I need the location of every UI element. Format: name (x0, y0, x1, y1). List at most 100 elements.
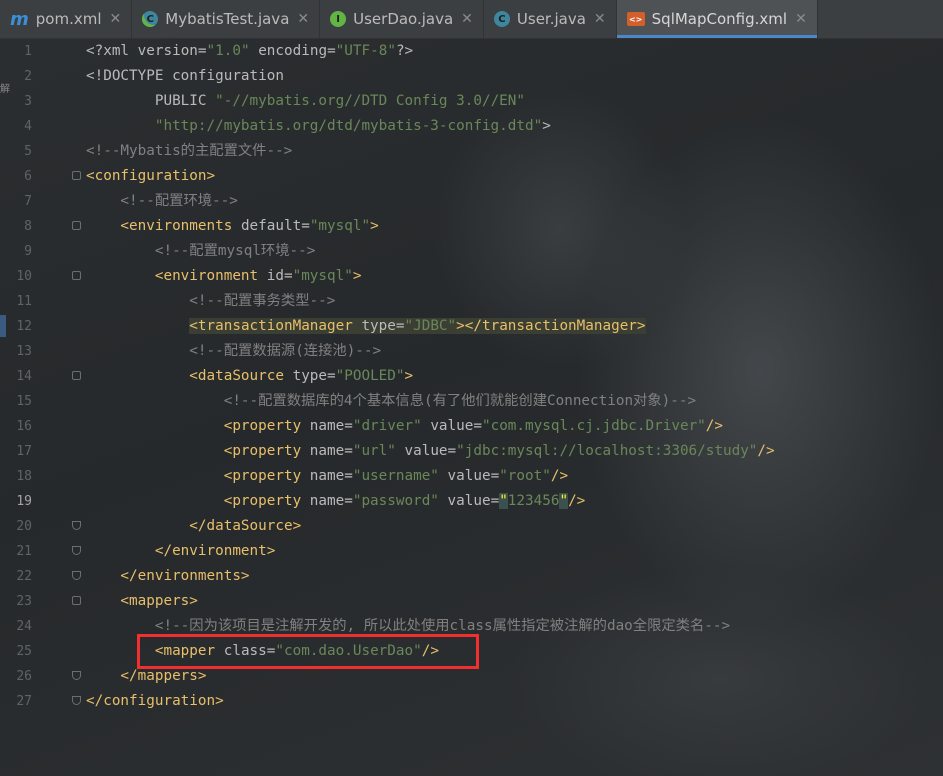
tab-userdao-java[interactable]: I UserDao.java ✕ (320, 0, 484, 38)
line-number: 5 (24, 144, 32, 159)
code-line[interactable]: 20 </dataSource> (0, 514, 943, 539)
code-token: = (344, 418, 353, 434)
code-line[interactable]: 3 PUBLIC "-//mybatis.org//DTD Config 3.0… (0, 89, 943, 114)
fold-end-icon[interactable] (72, 521, 81, 530)
xml-file-icon: <> (626, 12, 645, 26)
code-token: <environments (86, 218, 241, 234)
line-number: 20 (16, 519, 32, 534)
line-number: 9 (24, 244, 32, 259)
code-line[interactable]: 26 </mappers> (0, 664, 943, 689)
line-number: 14 (16, 369, 32, 384)
code-token: = (327, 368, 336, 384)
code-text: <mapper class="com.dao.UserDao"/> (86, 639, 439, 664)
fold-toggle-icon[interactable] (72, 271, 81, 280)
code-token: name (309, 418, 345, 434)
code-token: </environment> (86, 543, 276, 559)
code-line[interactable]: 18 <property name="username" value="root… (0, 464, 943, 489)
code-token: <mappers> (86, 593, 198, 609)
fold-end-icon[interactable] (72, 671, 81, 680)
code-text: <property name="url" value="jdbc:mysql:/… (86, 439, 775, 464)
tab-sqlmapconfig-xml[interactable]: <> SqlMapConfig.xml ✕ (616, 0, 818, 38)
code-line[interactable]: 4 "http://mybatis.org/dtd/mybatis-3-conf… (0, 114, 943, 139)
code-text: <!--Mybatis的主配置文件--> (86, 139, 292, 164)
code-token: <property (86, 493, 310, 509)
line-number: 7 (24, 194, 32, 209)
code-text: </configuration> (86, 689, 224, 714)
fold-end-icon[interactable] (72, 571, 81, 580)
close-tab-icon[interactable]: ✕ (795, 11, 807, 27)
code-line[interactable]: 11 <!--配置事务类型--> (0, 289, 943, 314)
code-line[interactable]: 24 <!--因为该项目是注解开发的, 所以此处使用class属性指定被注解的d… (0, 614, 943, 639)
line-number: 6 (24, 169, 32, 184)
code-line[interactable]: 16 <property name="driver" value="com.my… (0, 414, 943, 439)
code-text: <!--配置事务类型--> (86, 289, 335, 314)
fold-toggle-icon[interactable] (72, 596, 81, 605)
code-token: = (490, 493, 500, 509)
code-line[interactable]: 7 <!--配置环境--> (0, 189, 943, 214)
code-token: "http://mybatis.org/dtd/mybatis-3-config… (86, 118, 543, 134)
code-token: name (309, 443, 345, 459)
code-line[interactable]: 10 <environment id="mysql"> (0, 264, 943, 289)
code-line[interactable]: 13 <!--配置数据源(连接池)--> (0, 339, 943, 364)
code-token: <transactionManager (189, 318, 362, 334)
code-line[interactable]: 14 <dataSource type="POOLED"> (0, 364, 943, 389)
fold-toggle-icon[interactable] (72, 371, 81, 380)
code-token: > (370, 218, 379, 234)
code-line[interactable]: 12 <transactionManager type="JDBC"></tra… (0, 314, 943, 339)
code-token: <!--配置环境--> (86, 193, 238, 209)
code-line[interactable]: 9 <!--配置mysql环境--> (0, 239, 943, 264)
close-tab-icon[interactable]: ✕ (297, 11, 309, 27)
code-line[interactable]: 25 <mapper class="com.dao.UserDao"/> (0, 639, 943, 664)
fold-end-icon[interactable] (72, 696, 81, 705)
fold-toggle-icon[interactable] (72, 171, 81, 180)
code-text: </dataSource> (86, 514, 301, 539)
fold-toggle-icon[interactable] (72, 221, 81, 230)
code-text: <configuration> (86, 164, 215, 189)
code-token: /> (705, 418, 723, 434)
code-line[interactable]: 8 <environments default="mysql"> (0, 214, 943, 239)
code-editor[interactable]: 解 1 <?xml version="1.0" encoding="UTF-8"?… (0, 39, 943, 776)
code-line[interactable]: 2 <!DOCTYPE configuration (0, 64, 943, 89)
code-line[interactable]: 19 <property name="password" value="1234… (0, 489, 943, 514)
java-interface-icon: I (330, 11, 347, 27)
code-line[interactable]: 15 <!--配置数据库的4个基本信息(有了他们就能创建Connection对象… (0, 389, 943, 414)
code-token: type (361, 318, 396, 334)
code-line[interactable]: 5 <!--Mybatis的主配置文件--> (0, 139, 943, 164)
code-token: </configuration> (86, 693, 224, 709)
code-token: </environments> (86, 568, 250, 584)
code-line[interactable]: 22 </environments> (0, 564, 943, 589)
code-line[interactable]: 23 <mappers> (0, 589, 943, 614)
code-token: "com.mysql.cj.jdbc.Driver" (481, 418, 706, 434)
code-token: = (344, 443, 353, 459)
close-tab-icon[interactable]: ✕ (461, 11, 473, 27)
line-number: 2 (24, 69, 32, 84)
code-token: "root" (499, 468, 551, 484)
code-token: </mappers> (86, 668, 207, 684)
code-line[interactable]: 21 </environment> (0, 539, 943, 564)
code-line[interactable]: 17 <property name="url" value="jdbc:mysq… (0, 439, 943, 464)
code-token: "com.dao.UserDao" (275, 643, 422, 659)
code-token: "JDBC" (404, 318, 457, 334)
code-line[interactable]: 6 <configuration> (0, 164, 943, 189)
code-text: "http://mybatis.org/dtd/mybatis-3-config… (86, 114, 551, 139)
code-token: <?xml (86, 43, 138, 59)
tab-user-java[interactable]: C User.java ✕ (484, 0, 617, 38)
fold-end-icon[interactable] (72, 546, 81, 555)
tab-mybatistest-java[interactable]: C MybatisTest.java ✕ (132, 0, 321, 38)
line-number: 17 (16, 444, 32, 459)
code-token: /> (421, 643, 439, 659)
code-line[interactable]: 27 </configuration> (0, 689, 943, 714)
code-line[interactable]: 1 <?xml version="1.0" encoding="UTF-8"?> (0, 39, 943, 64)
code-text: </environments> (86, 564, 250, 589)
code-token: = (301, 218, 310, 234)
line-number: 23 (16, 594, 32, 609)
code-token: <configuration> (86, 168, 216, 184)
close-tab-icon[interactable]: ✕ (594, 11, 606, 27)
code-text: </environment> (86, 539, 276, 564)
tab-pom-xml[interactable]: m pom.xml ✕ (0, 0, 133, 38)
code-text: <!--配置数据库的4个基本信息(有了他们就能创建Connection对象)--… (86, 389, 696, 414)
code-text: <dataSource type="POOLED"> (86, 364, 413, 389)
close-tab-icon[interactable]: ✕ (110, 11, 122, 27)
line-number: 26 (16, 669, 32, 684)
